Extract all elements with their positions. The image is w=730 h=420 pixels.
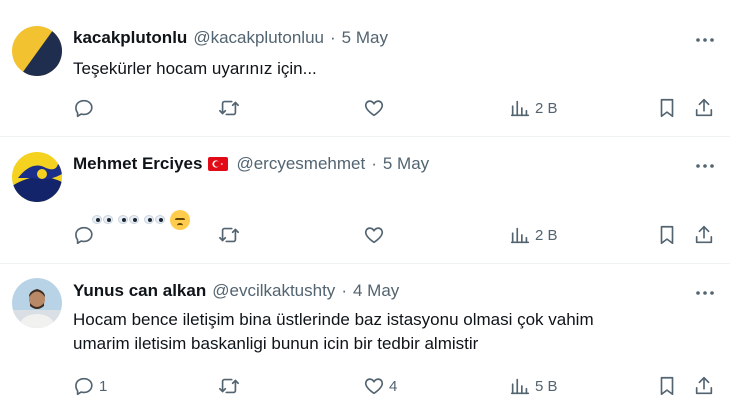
- tweet-date[interactable]: 5 May: [383, 154, 429, 174]
- retweet-button[interactable]: [218, 223, 244, 247]
- avatar[interactable]: [12, 152, 62, 202]
- separator: ·: [341, 281, 347, 300]
- tweet-date[interactable]: 5 May: [342, 28, 388, 48]
- more-icon: [696, 164, 714, 168]
- views-button[interactable]: 2 B: [509, 96, 558, 120]
- analytics-icon: [510, 378, 530, 395]
- action-bar: 2 B: [0, 223, 730, 247]
- more-options-button[interactable]: [694, 282, 716, 304]
- reply-count: 1: [99, 377, 108, 395]
- retweet-button[interactable]: [218, 96, 244, 120]
- separator: ·: [329, 28, 336, 47]
- user-handle[interactable]: @kacakplutonluu: [193, 28, 324, 48]
- heart-icon: [364, 100, 384, 117]
- user-handle[interactable]: @evcilkaktushty: [212, 281, 335, 301]
- bookmark-button[interactable]: [656, 374, 678, 398]
- like-button[interactable]: [363, 223, 389, 247]
- tweet-header: Mehmet Erciyes @ercyesmehmet · 5 May: [73, 154, 429, 174]
- share-icon: [695, 98, 713, 117]
- like-button[interactable]: 4: [363, 374, 397, 398]
- bookmark-icon: [660, 376, 674, 396]
- retweet-button[interactable]: [218, 374, 244, 398]
- tweet-text: Hocam bence iletişim bina üstlerinde baz…: [73, 310, 594, 353]
- tweet-2[interactable]: Mehmet Erciyes @ercyesmehmet · 5 May 2 B: [0, 137, 730, 263]
- user-handle[interactable]: @ercyesmehmet: [236, 154, 365, 174]
- retweet-icon: [219, 100, 239, 116]
- analytics-icon: [510, 227, 530, 244]
- tweet-1[interactable]: kacakplutonlu @kacakplutonluu · 5 May Te…: [0, 0, 730, 136]
- share-icon: [695, 225, 713, 244]
- more-options-button[interactable]: [694, 155, 716, 177]
- action-bar: 2 B: [0, 96, 730, 120]
- avatar[interactable]: [12, 26, 62, 76]
- turkey-flag-icon: [208, 157, 229, 171]
- like-button[interactable]: [363, 96, 389, 120]
- reply-icon: [75, 226, 93, 245]
- separator: ·: [371, 154, 377, 173]
- tweet-header: Yunus can alkan @evcilkaktushty · 4 May: [73, 281, 399, 301]
- reply-button[interactable]: 1: [73, 374, 107, 398]
- heart-icon: [364, 227, 384, 244]
- display-name[interactable]: kacakplutonlu: [73, 28, 187, 48]
- more-icon: [696, 291, 714, 295]
- action-bar: 1 4 5 B: [0, 374, 730, 398]
- share-button[interactable]: [693, 374, 715, 398]
- tweet-header: kacakplutonlu @kacakplutonluu · 5 May: [73, 28, 388, 48]
- like-count: 4: [389, 377, 398, 395]
- bookmark-icon: [660, 225, 674, 245]
- reply-icon: [75, 99, 93, 118]
- avatar[interactable]: [12, 278, 62, 328]
- tweet-date[interactable]: 4 May: [353, 281, 399, 301]
- analytics-icon: [510, 100, 530, 117]
- views-count: 5 B: [535, 377, 558, 395]
- bookmark-icon: [660, 98, 674, 118]
- tweet-text: Teşekürler hocam uyarınız için...: [73, 59, 317, 78]
- tweet-3[interactable]: Yunus can alkan @evcilkaktushty · 4 May …: [0, 264, 730, 420]
- reply-icon: [75, 377, 93, 396]
- heart-icon: [364, 378, 384, 395]
- views-button[interactable]: 5 B: [509, 374, 558, 398]
- reply-button[interactable]: [73, 223, 99, 247]
- share-icon: [695, 376, 713, 395]
- more-icon: [696, 38, 714, 42]
- display-name[interactable]: Mehmet Erciyes: [73, 154, 202, 174]
- more-options-button[interactable]: [694, 29, 716, 51]
- retweet-icon: [219, 378, 239, 394]
- views-button[interactable]: 2 B: [509, 223, 558, 247]
- share-button[interactable]: [693, 223, 715, 247]
- bookmark-button[interactable]: [656, 223, 678, 247]
- share-button[interactable]: [693, 96, 715, 120]
- bookmark-button[interactable]: [656, 96, 678, 120]
- reply-button[interactable]: [73, 96, 99, 120]
- display-name[interactable]: Yunus can alkan: [73, 281, 206, 301]
- retweet-icon: [219, 227, 239, 243]
